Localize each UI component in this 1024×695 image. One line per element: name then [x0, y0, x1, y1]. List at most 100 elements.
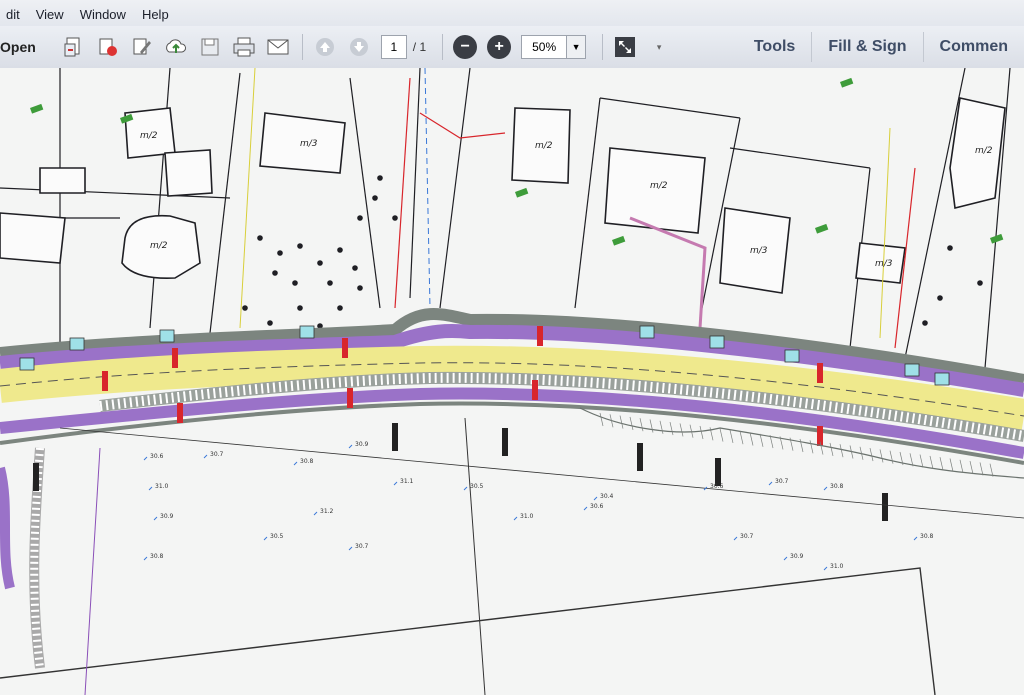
open-button[interactable]: Open: [0, 39, 36, 55]
right-tool-panel: Tools Fill & Sign Commen: [738, 26, 1024, 68]
elevation-label: 30.8: [830, 483, 844, 490]
elevation-label: 30.4: [600, 493, 614, 500]
tools-button[interactable]: Tools: [738, 32, 811, 62]
tree-symbol: [267, 320, 273, 326]
toolbar: Open 1 / 1 − + 50% ▼ ▾ Tools Fill & Sign…: [0, 26, 1024, 69]
elevation-label: 30.8: [920, 533, 934, 540]
tree-symbol: [272, 270, 278, 276]
tree-symbol: [292, 280, 298, 286]
junction-box: [19, 357, 35, 371]
zoom-out-icon[interactable]: −: [453, 35, 478, 59]
lot-label: m/2: [975, 146, 993, 156]
menu-help[interactable]: Help: [142, 7, 169, 22]
fit-window-icon[interactable]: [613, 35, 637, 59]
document-viewport[interactable]: 30.6 30.7 30.8 30.9 31.0 31.1 30.5 30.4 30.6 30.7…: [0, 68, 1024, 695]
page-total: / 1: [412, 40, 427, 54]
tree-symbol: [352, 265, 358, 271]
junction-box: [709, 335, 725, 349]
junction-box: [934, 372, 950, 386]
lot-label: m/2: [150, 241, 168, 251]
junction-box: [69, 337, 85, 351]
junction-box: [904, 363, 920, 377]
utility-pole: [715, 458, 721, 486]
elevation-label: 30.9: [355, 441, 369, 448]
upload-cloud-icon[interactable]: [164, 35, 188, 59]
previous-page-icon[interactable]: [313, 35, 337, 59]
site-plan-drawing: 30.6 30.7 30.8 30.9 31.0 31.1 30.5 30.4 30.6 30.7…: [0, 68, 1024, 695]
street-light-post: [177, 403, 183, 423]
utility-pole: [882, 493, 888, 521]
elevation-label: 31.1: [400, 478, 414, 485]
tree-symbol: [357, 215, 363, 221]
lot-label: m/3: [750, 246, 768, 256]
elevation-label: 30.7: [355, 543, 369, 550]
tree-symbol: [947, 245, 953, 251]
street-light-post: [172, 348, 178, 368]
elevation-label: 31.2: [320, 508, 334, 515]
lot-label: m/2: [650, 181, 668, 191]
tree-symbol: [922, 320, 928, 326]
chevron-down-icon[interactable]: ▼: [567, 35, 587, 59]
save-icon[interactable]: [198, 35, 222, 59]
tree-symbol: [977, 280, 983, 286]
elevation-label: 31.0: [830, 563, 844, 570]
street-light-post: [347, 388, 353, 408]
elevation-label: 30.5: [470, 483, 484, 490]
elevation-label: 30.6: [710, 483, 724, 490]
elevation-label: 30.5: [270, 533, 284, 540]
zoom-in-icon[interactable]: +: [487, 35, 512, 59]
elevation-label: 30.9: [160, 513, 174, 520]
building-footprint: [0, 212, 66, 264]
junction-box: [159, 329, 175, 343]
toolbar-divider: [442, 34, 444, 60]
elevation-label: 30.7: [740, 533, 754, 540]
print-icon[interactable]: [232, 35, 256, 59]
email-icon[interactable]: [266, 35, 290, 59]
fill-sign-button[interactable]: Fill & Sign: [811, 32, 922, 62]
edit-icon[interactable]: [130, 35, 154, 59]
tree-symbol: [327, 280, 333, 286]
junction-box: [299, 325, 315, 339]
tree-symbol: [257, 235, 263, 241]
elevation-label: 30.8: [150, 553, 164, 560]
utility-pole: [637, 443, 643, 471]
tree-symbol: [337, 247, 343, 253]
elevation-label: 30.8: [300, 458, 314, 465]
elevation-label: 30.7: [210, 451, 224, 458]
toolbar-divider: [602, 34, 604, 60]
elevation-label: 30.6: [150, 453, 164, 460]
tree-symbol: [297, 305, 303, 311]
building-footprint: [164, 149, 213, 197]
junction-box: [639, 325, 655, 339]
more-tools-icon[interactable]: ▾: [647, 35, 671, 59]
lot-label: m/3: [875, 259, 893, 269]
lot-label: m/2: [140, 131, 158, 141]
building-footprint: [39, 167, 86, 194]
pdf-viewer-window: dit View Window Help Open 1 / 1 − + 50% …: [0, 0, 1024, 695]
elevation-label: 30.7: [775, 478, 789, 485]
lot-label: m/3: [300, 139, 318, 149]
menu-edit[interactable]: dit: [6, 7, 20, 22]
page-number-input[interactable]: 1: [380, 35, 407, 59]
tree-symbol: [372, 195, 378, 201]
utility-pole: [33, 463, 39, 491]
street-light-post: [817, 363, 823, 383]
elevation-label: 31.0: [520, 513, 534, 520]
tree-symbol: [377, 175, 383, 181]
menu-view[interactable]: View: [36, 7, 64, 22]
lot-label: m/2: [535, 141, 553, 151]
menu-window[interactable]: Window: [80, 7, 126, 22]
comment-button[interactable]: Commen: [922, 32, 1024, 62]
junction-box: [784, 349, 800, 363]
street-light-post: [102, 371, 108, 391]
next-page-icon[interactable]: [347, 35, 371, 59]
zoom-input[interactable]: 50%: [521, 35, 568, 59]
street-light-post: [342, 338, 348, 358]
tree-symbol: [297, 243, 303, 249]
print-export-icon[interactable]: [96, 35, 120, 59]
create-pdf-icon[interactable]: [62, 35, 86, 59]
tree-symbol: [357, 285, 363, 291]
tree-symbol: [242, 305, 248, 311]
toolbar-divider: [301, 34, 303, 60]
tree-symbol: [937, 295, 943, 301]
